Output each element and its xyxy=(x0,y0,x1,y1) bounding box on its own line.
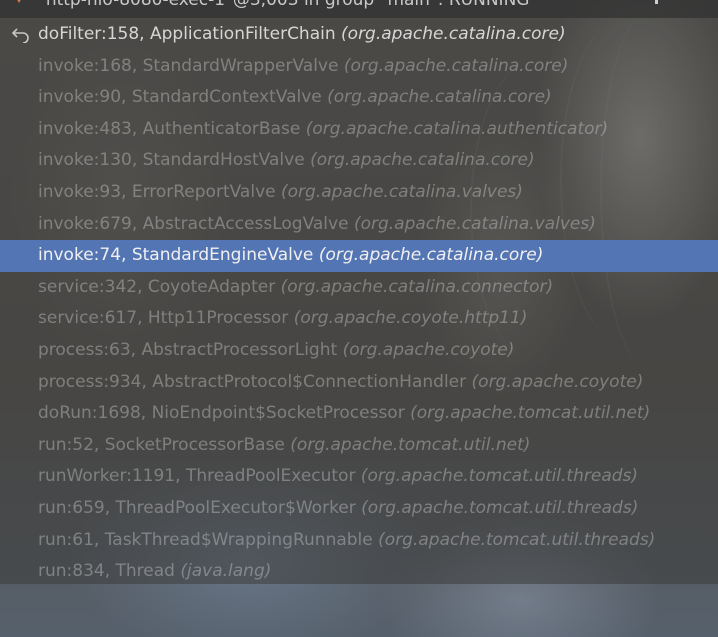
thread-status-icon xyxy=(14,0,24,3)
filter-icon[interactable] xyxy=(655,0,658,4)
frame-row[interactable]: invoke:679, AbstractAccessLogValve (org.… xyxy=(0,209,718,241)
frame-package: (org.apache.catalina.core) xyxy=(318,245,544,266)
frame-package: (org.apache.catalina.valves) xyxy=(353,213,596,234)
frame-method: invoke:93, ErrorReportValve xyxy=(38,181,281,202)
frame-package: (org.apache.coyote) xyxy=(471,371,644,392)
frame-row[interactable]: process:63, AbstractProcessorLight (org.… xyxy=(0,335,718,367)
frame-package: (org.apache.tomcat.util.net) xyxy=(410,403,651,424)
frame-row[interactable]: service:617, Http11Processor (org.apache… xyxy=(0,303,718,335)
frame-row[interactable]: invoke:168, StandardWrapperValve (org.ap… xyxy=(0,51,718,83)
frame-package: (org.apache.catalina.core) xyxy=(343,55,569,76)
frame-row[interactable]: doFilter:158, ApplicationFilterChain (or… xyxy=(0,19,718,51)
frame-method: invoke:130, StandardHostValve xyxy=(38,150,311,171)
frame-package: (org.apache.catalina.core) xyxy=(310,150,535,171)
frame-row[interactable]: invoke:483, AuthenticatorBase (org.apach… xyxy=(0,114,718,146)
frame-package: (org.apache.tomcat.util.net) xyxy=(290,434,531,455)
frame-method: run:52, SocketProcessorBase xyxy=(38,434,291,455)
frame-row[interactable]: service:342, CoyoteAdapter (org.apache.c… xyxy=(0,272,718,304)
frame-row[interactable]: runWorker:1191, ThreadPoolExecutor (org.… xyxy=(0,461,718,493)
frame-method: invoke:90, StandardContextValve xyxy=(38,87,328,108)
frame-method: invoke:74, StandardEngineValve xyxy=(38,245,319,266)
frame-method: process:934, AbstractProtocol$Connection… xyxy=(38,371,472,392)
frame-method: runWorker:1191, ThreadPoolExecutor xyxy=(38,466,361,487)
frame-row[interactable]: doRun:1698, NioEndpoint$SocketProcessor … xyxy=(0,398,718,430)
frame-method: service:617, Http11Processor xyxy=(38,308,294,329)
frame-package: (org.apache.coyote.http11) xyxy=(293,308,528,329)
frame-package: (org.apache.catalina.authenticator) xyxy=(305,118,609,139)
frame-row[interactable]: process:934, AbstractProtocol$Connection… xyxy=(0,367,718,399)
frame-row[interactable]: run:52, SocketProcessorBase (org.apache.… xyxy=(0,430,718,462)
frame-row[interactable]: invoke:90, StandardContextValve (org.apa… xyxy=(0,82,718,114)
frame-method: run:61, TaskThread$WrappingRunnable xyxy=(38,529,379,550)
frame-package: (org.apache.catalina.core) xyxy=(327,87,552,108)
frame-method: doFilter:158, ApplicationFilterChain xyxy=(38,24,342,44)
thread-selector[interactable]: "http-nio-8080-exec-1"@3,003 in group "m… xyxy=(0,0,718,18)
frame-package: (org.apache.tomcat.util.threads) xyxy=(360,466,639,487)
frame-package: (org.apache.catalina.connector) xyxy=(280,276,554,297)
debugger-frames-panel: "http-nio-8080-exec-1"@3,003 in group "m… xyxy=(0,0,718,637)
frame-package: (org.apache.coyote) xyxy=(342,339,515,360)
frame-method: process:63, AbstractProcessorLight xyxy=(38,339,343,360)
frame-method: run:834, Thread xyxy=(38,561,181,582)
frames-list: doFilter:158, ApplicationFilterChain (or… xyxy=(0,19,718,588)
frame-row-selected[interactable]: invoke:74, StandardEngineValve (org.apac… xyxy=(0,240,718,272)
frame-package: (org.apache.catalina.valves) xyxy=(281,181,523,202)
frame-method: invoke:483, AuthenticatorBase xyxy=(38,118,306,139)
frame-row[interactable]: run:834, Thread (java.lang) xyxy=(0,556,718,588)
frame-method: doRun:1698, NioEndpoint$SocketProcessor xyxy=(38,403,411,424)
frame-row[interactable]: invoke:130, StandardHostValve (org.apach… xyxy=(0,145,718,177)
frame-row[interactable]: invoke:93, ErrorReportValve (org.apache.… xyxy=(0,177,718,209)
frame-package: (org.apache.catalina.core) xyxy=(341,24,566,44)
frame-method: invoke:679, AbstractAccessLogValve xyxy=(38,213,354,234)
frame-method: invoke:168, StandardWrapperValve xyxy=(38,55,344,76)
thread-label: "http-nio-8080-exec-1"@3,003 in group "m… xyxy=(38,0,530,10)
frame-package: (java.lang) xyxy=(180,561,272,582)
return-arrow-icon xyxy=(11,28,29,43)
frame-row[interactable]: run:659, ThreadPoolExecutor$Worker (org.… xyxy=(0,493,718,525)
frame-package: (org.apache.tomcat.util.threads) xyxy=(378,529,656,550)
frame-method: run:659, ThreadPoolExecutor$Worker xyxy=(38,497,362,518)
frame-method: service:342, CoyoteAdapter xyxy=(38,276,281,297)
frame-package: (org.apache.tomcat.util.threads) xyxy=(361,497,639,518)
frame-row[interactable]: run:61, TaskThread$WrappingRunnable (org… xyxy=(0,525,718,557)
